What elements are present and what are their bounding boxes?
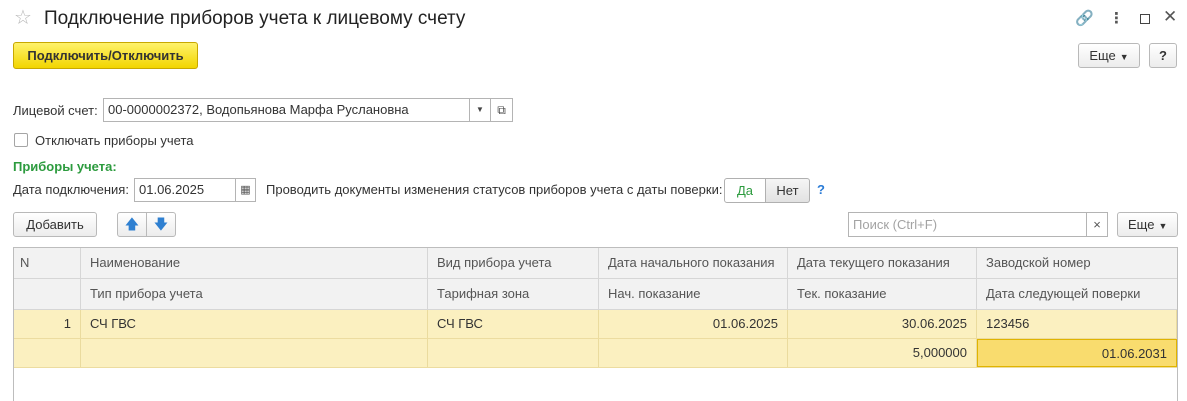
- column-header[interactable]: Наименование: [81, 248, 428, 278]
- disconnect-meters-checkbox[interactable]: [14, 133, 28, 147]
- more-vertical-icon[interactable]: ⋮: [1109, 10, 1124, 28]
- column-header[interactable]: Заводской номер: [977, 248, 1177, 278]
- table-cell[interactable]: 01.06.2025: [599, 310, 788, 338]
- favorite-star-icon[interactable]: ☆: [14, 6, 32, 30]
- selected-table-cell[interactable]: 01.06.2031: [977, 339, 1177, 367]
- column-header[interactable]: Тип прибора учета: [81, 279, 428, 309]
- verify-date-label: Проводить документы изменения статусов п…: [266, 182, 723, 197]
- calendar-icon: ▦: [240, 184, 251, 196]
- column-header[interactable]: [14, 279, 81, 309]
- dropdown-arrow-icon: ▼: [476, 105, 484, 114]
- help-button[interactable]: ?: [1149, 43, 1177, 68]
- table-cell[interactable]: 1: [14, 310, 81, 338]
- table-row[interactable]: 1 СЧ ГВС СЧ ГВС 01.06.2025 30.06.2025 12…: [14, 310, 1177, 339]
- column-header[interactable]: Вид прибора учета: [428, 248, 599, 278]
- account-field[interactable]: 00-0000002372, Водопьянова Марфа Руслано…: [103, 98, 470, 122]
- calendar-button[interactable]: ▦: [235, 178, 256, 202]
- open-window-icon: ⧉: [497, 103, 506, 117]
- table-header-row: Тип прибора учета Тарифная зона Нач. пок…: [14, 279, 1177, 310]
- table-cell[interactable]: [14, 339, 81, 367]
- account-label: Лицевой счет:: [13, 103, 98, 118]
- chevron-down-icon: ▼: [1158, 221, 1168, 231]
- meters-table[interactable]: N Наименование Вид прибора учета Дата на…: [13, 247, 1178, 401]
- verify-no-toggle[interactable]: Нет: [765, 178, 810, 203]
- search-clear-button[interactable]: ×: [1086, 212, 1108, 237]
- maximize-icon[interactable]: [1140, 14, 1150, 24]
- chevron-down-icon: ▼: [1119, 52, 1129, 62]
- account-dropdown-button[interactable]: ▼: [469, 98, 491, 122]
- account-open-button[interactable]: ⧉: [490, 98, 513, 122]
- table-cell[interactable]: [81, 339, 428, 367]
- table-row[interactable]: 5,000000 01.06.2031: [14, 339, 1177, 368]
- table-cell[interactable]: СЧ ГВС: [81, 310, 428, 338]
- window-title: Подключение приборов учета к лицевому сч…: [44, 8, 466, 29]
- table-cell[interactable]: 123456: [977, 310, 1177, 338]
- column-header[interactable]: Дата начального показания: [599, 248, 788, 278]
- more-button-label: Еще: [1089, 48, 1116, 63]
- verify-yes-toggle[interactable]: Да: [724, 178, 766, 203]
- grid-more-button[interactable]: Еще ▼: [1117, 212, 1178, 237]
- table-cell[interactable]: СЧ ГВС: [428, 310, 599, 338]
- more-button[interactable]: Еще ▼: [1078, 43, 1140, 68]
- table-cell[interactable]: [599, 339, 788, 367]
- close-icon[interactable]: ✕: [1163, 8, 1177, 26]
- verify-help-icon[interactable]: ?: [817, 182, 825, 198]
- table-cell[interactable]: 5,000000: [788, 339, 977, 367]
- column-header[interactable]: N: [14, 248, 81, 278]
- connection-date-label: Дата подключения:: [13, 182, 129, 197]
- column-header[interactable]: Дата следующей поверки: [977, 279, 1177, 309]
- meters-section-title: Приборы учета:: [13, 159, 117, 174]
- connect-disconnect-button[interactable]: Подключить/Отключить: [13, 42, 198, 69]
- disconnect-meters-label[interactable]: Отключать приборы учета: [35, 133, 194, 149]
- search-input[interactable]: Поиск (Ctrl+F): [848, 212, 1087, 237]
- move-up-button[interactable]: 🡅: [117, 212, 147, 237]
- arrow-up-icon: 🡅: [124, 216, 140, 232]
- add-button[interactable]: Добавить: [13, 212, 97, 237]
- arrow-down-icon: 🡇: [153, 216, 169, 232]
- column-header[interactable]: Тарифная зона: [428, 279, 599, 309]
- table-cell[interactable]: 30.06.2025: [788, 310, 977, 338]
- column-header[interactable]: Нач. показание: [599, 279, 788, 309]
- table-header-row: N Наименование Вид прибора учета Дата на…: [14, 248, 1177, 279]
- grid-more-label: Еще: [1128, 217, 1155, 232]
- column-header[interactable]: Тек. показание: [788, 279, 977, 309]
- connection-date-field[interactable]: 01.06.2025: [134, 178, 236, 202]
- move-down-button[interactable]: 🡇: [146, 212, 176, 237]
- table-cell[interactable]: [428, 339, 599, 367]
- column-header[interactable]: Дата текущего показания: [788, 248, 977, 278]
- link-icon[interactable]: 🔗: [1075, 10, 1094, 28]
